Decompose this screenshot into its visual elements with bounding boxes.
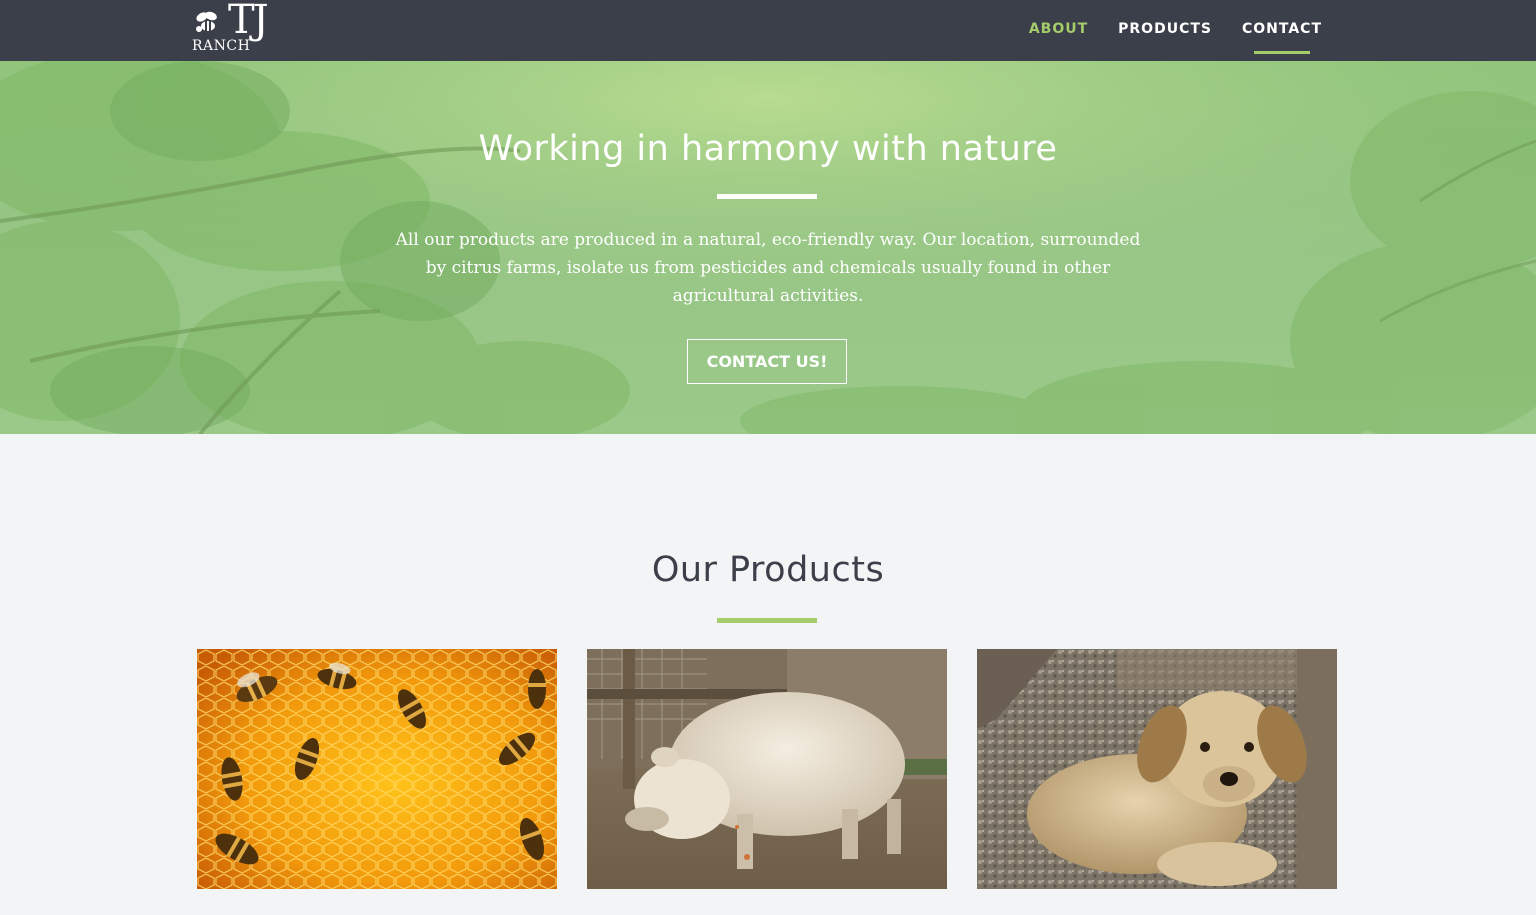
nav-products-label: PRODUCTS xyxy=(1118,21,1212,37)
hero-divider xyxy=(717,194,817,199)
nav-about[interactable]: ABOUT xyxy=(1029,0,1088,37)
nav-active-indicator xyxy=(1253,51,1310,54)
product-card-honey[interactable] xyxy=(197,649,557,889)
products-title: Our Products xyxy=(651,550,885,590)
logo-ranch: RANCH xyxy=(192,38,251,54)
hero-title: Working in harmony with nature xyxy=(478,129,1058,169)
woolly-pig-image xyxy=(587,649,947,889)
bees-on-honeycomb-image xyxy=(197,649,557,889)
hero-section: Working in harmony with nature All our p… xyxy=(0,61,1536,434)
nav-menu: ABOUT PRODUCTS CONTACT xyxy=(999,0,1322,61)
products-divider xyxy=(717,618,817,623)
nav-contact-label: CONTACT xyxy=(1241,21,1322,37)
nav-contact[interactable]: CONTACT xyxy=(1241,0,1322,54)
hero-description: All our products are produced in a natur… xyxy=(395,230,1141,306)
bee-icon xyxy=(196,11,217,32)
contact-us-button[interactable]: CONTACT US! xyxy=(687,339,847,384)
logo-tj: TJ xyxy=(228,0,269,43)
product-card-pig[interactable] xyxy=(587,649,947,889)
logo[interactable]: TJ RANCH xyxy=(190,0,280,58)
product-card-dog[interactable] xyxy=(977,649,1337,889)
nav-about-label: ABOUT xyxy=(1028,21,1089,37)
puppy-image xyxy=(977,649,1337,889)
nav-products[interactable]: PRODUCTS xyxy=(1118,0,1212,37)
navbar: TJ RANCH ABOUT PRODUCTS CONTACT xyxy=(0,0,1536,61)
